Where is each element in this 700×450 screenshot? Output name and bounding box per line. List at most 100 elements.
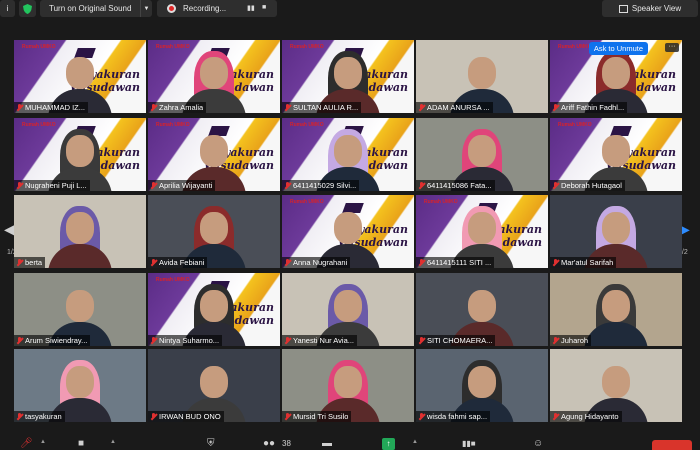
mic-muted-icon	[150, 336, 157, 345]
participant-name: Arum Siwiendray...	[25, 336, 88, 345]
participant-name-bar: ADAM ANURSA ...	[416, 102, 493, 113]
mic-muted-icon	[150, 103, 157, 112]
participant-name: Zahra Amalia	[159, 103, 204, 112]
participant-name: Mursid Tri Susilo	[293, 412, 349, 421]
participant-name-bar: SULTAN AULIA R...	[282, 102, 362, 113]
original-sound-label: Turn on Original Sound	[49, 4, 132, 13]
unmute-mic-icon[interactable]: 🎤︎	[20, 438, 33, 450]
participant-tile[interactable]: Mar'atul Sarifah	[550, 195, 682, 268]
mic-muted-icon	[418, 336, 425, 345]
participant-tile[interactable]: Rumah UMKO Tasyakuran Wisudawan 6411415111 …	[416, 195, 548, 268]
audio-options-chevron-icon[interactable]: ▲	[40, 439, 46, 445]
participant-name-bar: berta	[14, 257, 46, 268]
participant-tile[interactable]: Rumah UMKO Tasyakuran Wisudawan MUHAMMAD IZ…	[14, 40, 146, 113]
participant-name-bar: MUHAMMAD IZ...	[14, 102, 88, 113]
participant-tile[interactable]: Avida Febiani	[148, 195, 280, 268]
chat-icon[interactable]: ▬	[322, 438, 332, 450]
speaker-view-button[interactable]: Speaker View	[602, 0, 698, 17]
participant-name: Agung Hidayanto	[561, 412, 619, 421]
participant-name-bar: IRWAN BUD ONO	[148, 411, 224, 422]
participant-tile[interactable]: wisda fahmi sap...	[416, 349, 548, 422]
participant-tile[interactable]: Rumah UMKO Tasyakuran Wisudawan Deborah Hut…	[550, 118, 682, 191]
share-screen-icon[interactable]: ↑	[382, 438, 395, 450]
participant-tile[interactable]: Agung Hidayanto	[550, 349, 682, 422]
mic-muted-icon	[552, 103, 559, 112]
participant-tile[interactable]: Rumah UMKO Tasyakuran Wisudawan Ariff Fathi…	[550, 40, 682, 113]
meeting-top-bar: i Turn on Original Sound ▼ Recording... …	[0, 0, 700, 18]
meeting-info-icon[interactable]: i	[0, 0, 15, 17]
participant-name-bar: Mursid Tri Susilo	[282, 411, 352, 422]
mic-muted-icon	[150, 258, 157, 267]
participant-tile[interactable]: Rumah UMKO Tasyakuran Wisudawan Aprilia Wij…	[148, 118, 280, 191]
security-shield-icon[interactable]: ⛨	[207, 438, 215, 450]
participant-name-bar: Juharoh	[550, 335, 592, 346]
participant-tile[interactable]: 6411415086 Fata...	[416, 118, 548, 191]
participant-name-bar: tasyakuran	[14, 411, 65, 422]
mic-muted-icon	[284, 103, 291, 112]
participant-name-bar: Agung Hidayanto	[550, 411, 622, 422]
participant-tile[interactable]: Rumah UMKO Tasyakuran Wisudawan 6411415029 …	[282, 118, 414, 191]
participant-tile[interactable]: Rumah UMKO Tasyakuran Wisudawan Anna Nugrah…	[282, 195, 414, 268]
mic-muted-icon	[418, 412, 425, 421]
participant-name: Mar'atul Sarifah	[561, 258, 614, 267]
participant-tile[interactable]: Rumah UMKO Tasyakuran Wisudawan Nintya Suha…	[148, 273, 280, 346]
participant-name: Yanesti Nur Avia...	[293, 336, 355, 345]
end-meeting-button[interactable]	[652, 440, 692, 450]
participant-tile[interactable]: Rumah UMKO Tasyakuran Wisudawan Zahra Amali…	[148, 40, 280, 113]
encryption-shield-icon[interactable]	[19, 0, 36, 17]
mic-muted-icon	[418, 258, 425, 267]
participant-name-bar: Anna Nugrahani	[282, 257, 351, 268]
mic-muted-icon	[150, 181, 157, 190]
participant-name-bar: 6411415029 Silvi...	[282, 180, 360, 191]
participant-name: 6411415029 Silvi...	[293, 181, 357, 190]
participant-tile[interactable]: IRWAN BUD ONO	[148, 349, 280, 422]
participant-name: Nintya Suharmo...	[159, 336, 220, 345]
start-video-icon[interactable]: ■	[78, 438, 84, 450]
participant-tile[interactable]: Arum Siwiendray...	[14, 273, 146, 346]
participant-name: Nugraheni Puji L...	[25, 181, 87, 190]
participant-tile[interactable]: berta	[14, 195, 146, 268]
mic-muted-icon	[418, 103, 425, 112]
video-options-chevron-icon[interactable]: ▲	[110, 439, 116, 445]
participant-tile[interactable]: ADAM ANURSA ...	[416, 40, 548, 113]
participants-count: 38	[282, 439, 291, 448]
participant-name: Anna Nugrahani	[293, 258, 348, 267]
participant-tile[interactable]: Juharoh	[550, 273, 682, 346]
participants-icon[interactable]: ●●	[263, 438, 275, 450]
participant-tile[interactable]: Yanesti Nur Avia...	[282, 273, 414, 346]
mic-muted-icon	[16, 412, 23, 421]
participant-tile[interactable]: Rumah UMKO Tasyakuran Wisudawan SULTAN AULI…	[282, 40, 414, 113]
view-grid-icon	[618, 4, 628, 13]
pause-recording-icon[interactable]: ▮▮	[247, 4, 255, 12]
participant-name: SULTAN AULIA R...	[293, 103, 359, 112]
participant-name-bar: Ariff Fathin Fadhl...	[550, 102, 628, 113]
stop-recording-icon[interactable]: ■	[262, 4, 266, 11]
participant-tile[interactable]: Rumah UMKO Tasyakuran Wisudawan Nugraheni P…	[14, 118, 146, 191]
recording-indicator: Recording... ▮▮ ■	[157, 0, 277, 17]
share-options-chevron-icon[interactable]: ▲	[412, 439, 418, 445]
participant-tile[interactable]: Mursid Tri Susilo	[282, 349, 414, 422]
mic-muted-icon	[284, 258, 291, 267]
participant-name-bar: Yanesti Nur Avia...	[282, 335, 358, 346]
participant-tile[interactable]: tasyakuran	[14, 349, 146, 422]
record-controls-icon[interactable]: ▮▮■	[462, 438, 476, 450]
participant-name: SITI CHOMAERA...	[427, 336, 493, 345]
more-options-icon[interactable]: ···	[665, 43, 679, 52]
participant-name: Ariff Fathin Fadhl...	[561, 103, 625, 112]
record-icon	[167, 4, 176, 13]
participant-name: Deborah Hutagaol	[561, 181, 622, 190]
participant-tile[interactable]: SITI CHOMAERA...	[416, 273, 548, 346]
reactions-icon[interactable]: ☺	[533, 438, 543, 450]
mic-muted-icon	[16, 103, 23, 112]
mic-muted-icon	[552, 258, 559, 267]
participant-video	[48, 204, 112, 268]
participant-video	[584, 282, 648, 346]
ask-to-unmute-button[interactable]: Ask to Unmute	[588, 42, 648, 55]
mic-muted-icon	[150, 412, 157, 421]
chevron-down-icon[interactable]: ▼	[140, 0, 152, 17]
mic-muted-icon	[284, 181, 291, 190]
participant-name-bar: Nintya Suharmo...	[148, 335, 223, 346]
mic-muted-icon	[552, 336, 559, 345]
participant-name-bar: Aprilia Wijayanti	[148, 180, 216, 191]
original-sound-button[interactable]: Turn on Original Sound ▼	[40, 0, 152, 17]
